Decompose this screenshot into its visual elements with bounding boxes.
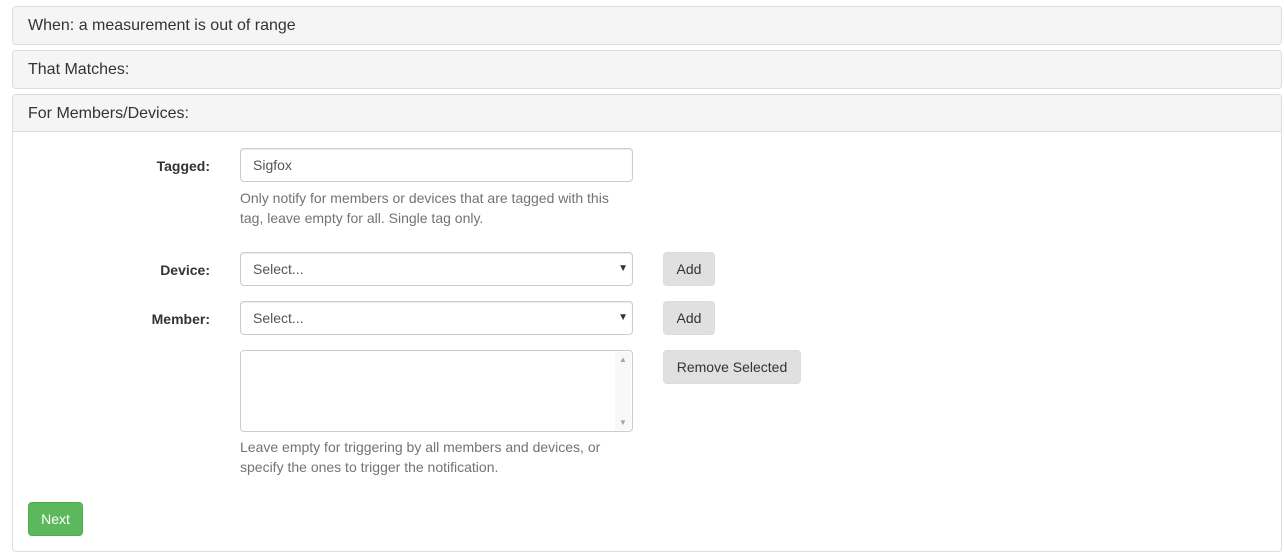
member-label: Member:: [151, 311, 210, 327]
tagged-help-line-1: Only notify for members or devices that …: [240, 190, 609, 206]
tagged-help-text: Only notify for members or devices that …: [240, 188, 640, 228]
caret-down-icon: ▼: [618, 312, 628, 323]
member-add-button[interactable]: Add: [663, 301, 715, 335]
remove-selected-button[interactable]: Remove Selected: [663, 350, 801, 384]
when-panel-heading[interactable]: When: a measurement is out of range: [13, 7, 1281, 44]
that-matches-panel-heading[interactable]: That Matches:: [13, 51, 1281, 88]
caret-down-icon: ▼: [618, 263, 628, 274]
members-devices-panel-heading[interactable]: For Members/Devices:: [13, 95, 1281, 132]
list-help-line-1: Leave empty for triggering by all member…: [240, 439, 601, 455]
list-help-text: Leave empty for triggering by all member…: [240, 437, 640, 477]
device-select[interactable]: Select... ▼: [240, 252, 633, 286]
tagged-help-line-2: tag, leave empty for all. Single tag onl…: [240, 210, 484, 226]
scroll-up-arrow-icon[interactable]: ▲: [615, 355, 631, 364]
device-add-button[interactable]: Add: [663, 252, 715, 286]
when-panel: When: a measurement is out of range: [12, 6, 1282, 45]
device-label: Device:: [160, 262, 210, 278]
that-matches-panel: That Matches:: [12, 50, 1282, 89]
scroll-down-arrow-icon[interactable]: ▼: [615, 418, 631, 427]
next-button[interactable]: Next: [28, 502, 83, 536]
members-devices-panel: For Members/Devices: Tagged: Sigfox Only…: [12, 94, 1282, 552]
member-select[interactable]: Select... ▼: [240, 301, 633, 335]
device-select-value: Select...: [253, 261, 304, 277]
member-select-value: Select...: [253, 310, 304, 326]
list-help-line-2: specify the ones to trigger the notifica…: [240, 459, 499, 475]
tagged-input[interactable]: Sigfox: [240, 148, 633, 182]
tagged-label: Tagged:: [156, 158, 210, 174]
selected-items-listbox[interactable]: ▲ ▼: [240, 350, 633, 432]
listbox-scrollbar[interactable]: ▲ ▼: [615, 352, 631, 430]
